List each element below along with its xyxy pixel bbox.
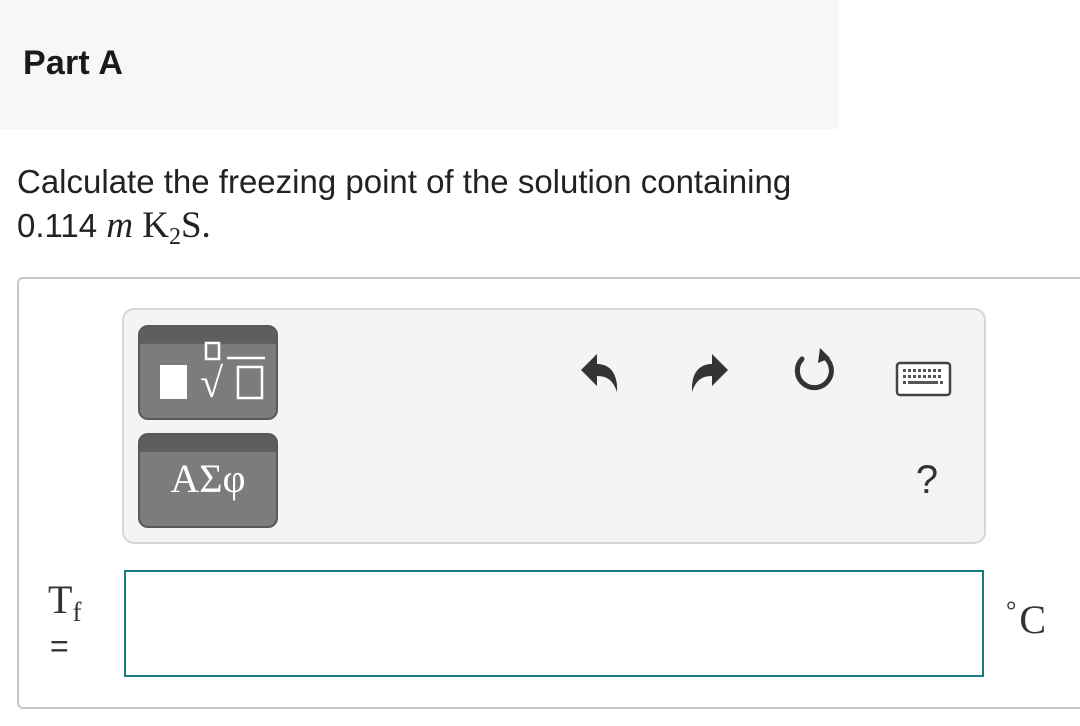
answer-input[interactable] [124, 570, 984, 677]
fraction-radical-template-icon: √ [160, 341, 265, 407]
undo-icon [581, 354, 618, 392]
molality-symbol: m [106, 205, 134, 246]
formula-rest: S [180, 205, 202, 246]
reset-icon [794, 348, 834, 391]
question-text: Calculate the freezing point of the solu… [17, 160, 837, 249]
formula-element: K [142, 205, 169, 246]
help-button[interactable]: ? [907, 454, 947, 506]
unit-symbol: C [1019, 597, 1047, 642]
part-header: Part A [0, 0, 838, 129]
formula-subscript: 2 [168, 224, 181, 250]
question-lead-text: Calculate the freezing point of the solu… [17, 163, 792, 244]
reset-button[interactable] [790, 346, 842, 400]
variable-label: Tf [48, 576, 81, 626]
keyboard-icon [895, 361, 952, 397]
undo-button[interactable] [577, 348, 623, 398]
svg-text:√: √ [200, 361, 224, 407]
redo-icon [691, 354, 728, 392]
variable-subscript: f [72, 597, 82, 627]
part-title: Part A [23, 44, 124, 82]
equals-sign: = [50, 628, 69, 664]
unit-degree: ° [1006, 596, 1017, 625]
variable-main: T [48, 577, 73, 622]
templates-button[interactable]: √ [138, 325, 278, 420]
greek-letters-label: ΑΣφ [170, 456, 246, 501]
greek-letters-button[interactable]: ΑΣφ [138, 433, 278, 528]
formula-period: . [201, 205, 211, 246]
unit-label: °C [1006, 596, 1046, 643]
redo-button[interactable] [686, 348, 732, 398]
chemical-formula: K2S. [142, 205, 211, 249]
keyboard-button[interactable] [895, 361, 952, 397]
